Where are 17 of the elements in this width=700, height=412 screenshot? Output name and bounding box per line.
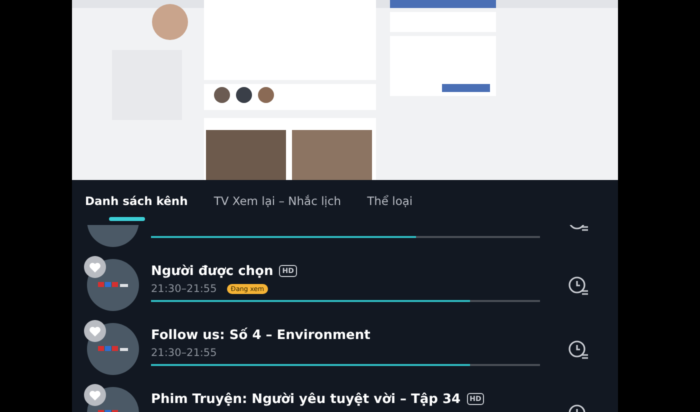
favorite-button[interactable] bbox=[84, 320, 106, 342]
heart-icon bbox=[89, 326, 101, 336]
reminder-clock-icon[interactable] bbox=[568, 339, 590, 361]
tab-indicator bbox=[109, 217, 145, 221]
tab[interactable]: Danh sách kênh bbox=[85, 194, 188, 222]
favorite-button[interactable] bbox=[84, 256, 106, 278]
favorite-button[interactable] bbox=[84, 384, 106, 406]
heart-icon bbox=[89, 262, 101, 272]
heart-icon bbox=[89, 390, 101, 400]
program-title: Follow us: Số 4 – Environment bbox=[151, 328, 370, 342]
tab[interactable]: TV Xem lại – Nhắc lịch bbox=[214, 194, 342, 222]
program-time: 21:30–21:55 bbox=[151, 347, 217, 359]
reminder-clock-icon[interactable] bbox=[568, 275, 590, 297]
program-title: Người được chọn bbox=[151, 264, 274, 278]
program-title: Phim Truyện: Người yêu tuyệt vời – Tập 34 bbox=[151, 392, 461, 406]
tab[interactable]: Thể loại bbox=[367, 194, 413, 222]
program-time: 21:30–21:55 bbox=[151, 283, 217, 295]
